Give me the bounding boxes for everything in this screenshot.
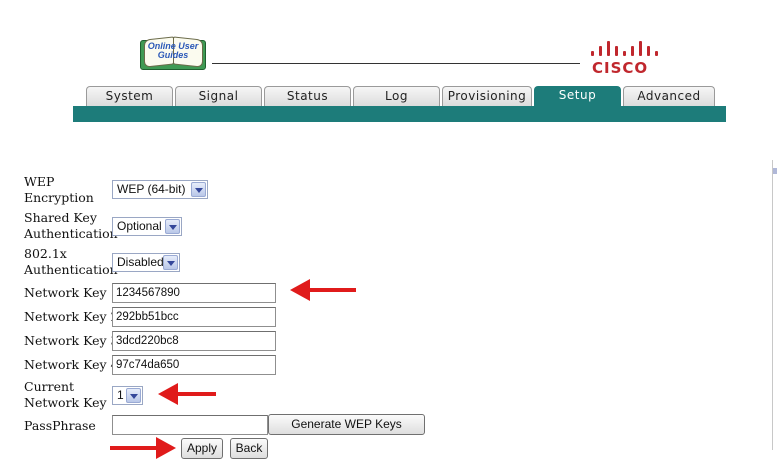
wep-encryption-value: WEP (64-bit) [117, 182, 186, 196]
network-key-3-label: Network Key 3 [24, 333, 119, 348]
dot1x-auth-value: Disabled [117, 255, 164, 269]
network-key-1-input[interactable]: 1234567890 [112, 283, 276, 303]
network-key-3-input[interactable]: 3dcd220bc8 [112, 331, 276, 351]
tab-log[interactable]: Log [353, 86, 440, 106]
chevron-down-icon[interactable] [163, 255, 178, 270]
passphrase-input[interactable] [112, 415, 268, 435]
dot1x-auth-select[interactable]: Disabled [112, 253, 180, 272]
tab-advanced[interactable]: Advanced [623, 86, 715, 106]
back-button[interactable]: Back [230, 438, 268, 459]
generate-wep-keys-button[interactable]: Generate WEP Keys [268, 414, 425, 435]
tab-underline-bar [73, 106, 726, 122]
red-arrow-current-key-icon [158, 383, 216, 405]
tab-provisioning[interactable]: Provisioning [442, 86, 532, 106]
shared-key-auth-value: Optional [117, 219, 162, 233]
chevron-down-icon[interactable] [126, 388, 141, 403]
current-key-label-line2: Network Key [24, 395, 107, 410]
shared-key-auth-label-line1: Shared Key [24, 210, 97, 225]
tab-system[interactable]: System [86, 86, 173, 106]
page-scrollbar[interactable] [772, 160, 777, 450]
red-arrow-network-key-1-icon [290, 279, 356, 301]
wep-encryption-label-line2: Encryption [24, 190, 94, 205]
chevron-down-icon[interactable] [165, 219, 180, 234]
current-key-label-line1: Current [24, 379, 75, 394]
guide-logo-text: Online User Guides [147, 41, 199, 60]
wep-encryption-select[interactable]: WEP (64-bit) [112, 180, 208, 199]
network-key-4-input[interactable]: 97c74da650 [112, 355, 276, 375]
shared-key-auth-label-line2: Authentication [24, 226, 118, 241]
main-tabs: System Signal Status Log Provisioning Se… [86, 86, 726, 106]
current-key-select[interactable]: 1 [112, 386, 143, 405]
tab-status[interactable]: Status [264, 86, 351, 106]
wep-encryption-label-line1: WEP [24, 174, 55, 189]
chevron-down-icon[interactable] [191, 182, 206, 197]
cisco-logo: CISCO [592, 59, 649, 77]
header-divider [212, 63, 580, 64]
cisco-logo-bars-icon [591, 40, 658, 56]
online-user-guides-logo[interactable]: Online User Guides [136, 36, 210, 72]
network-key-4-label: Network Key 4 [24, 357, 119, 372]
shared-key-auth-select[interactable]: Optional [112, 217, 182, 236]
tab-setup[interactable]: Setup [534, 86, 621, 106]
network-key-2-input[interactable]: 292bb51bcc [112, 307, 276, 327]
passphrase-label: PassPhrase [24, 418, 96, 433]
current-key-value: 1 [117, 388, 124, 402]
red-arrow-apply-icon [110, 437, 176, 459]
dot1x-auth-label-line2: Authentication [24, 262, 118, 277]
network-key-2-label: Network Key 2 [24, 309, 119, 324]
apply-button[interactable]: Apply [181, 438, 223, 459]
dot1x-auth-label-line1: 802.1x [24, 246, 67, 261]
network-key-1-label: Network Key 1 [24, 285, 119, 300]
tab-signal[interactable]: Signal [175, 86, 262, 106]
